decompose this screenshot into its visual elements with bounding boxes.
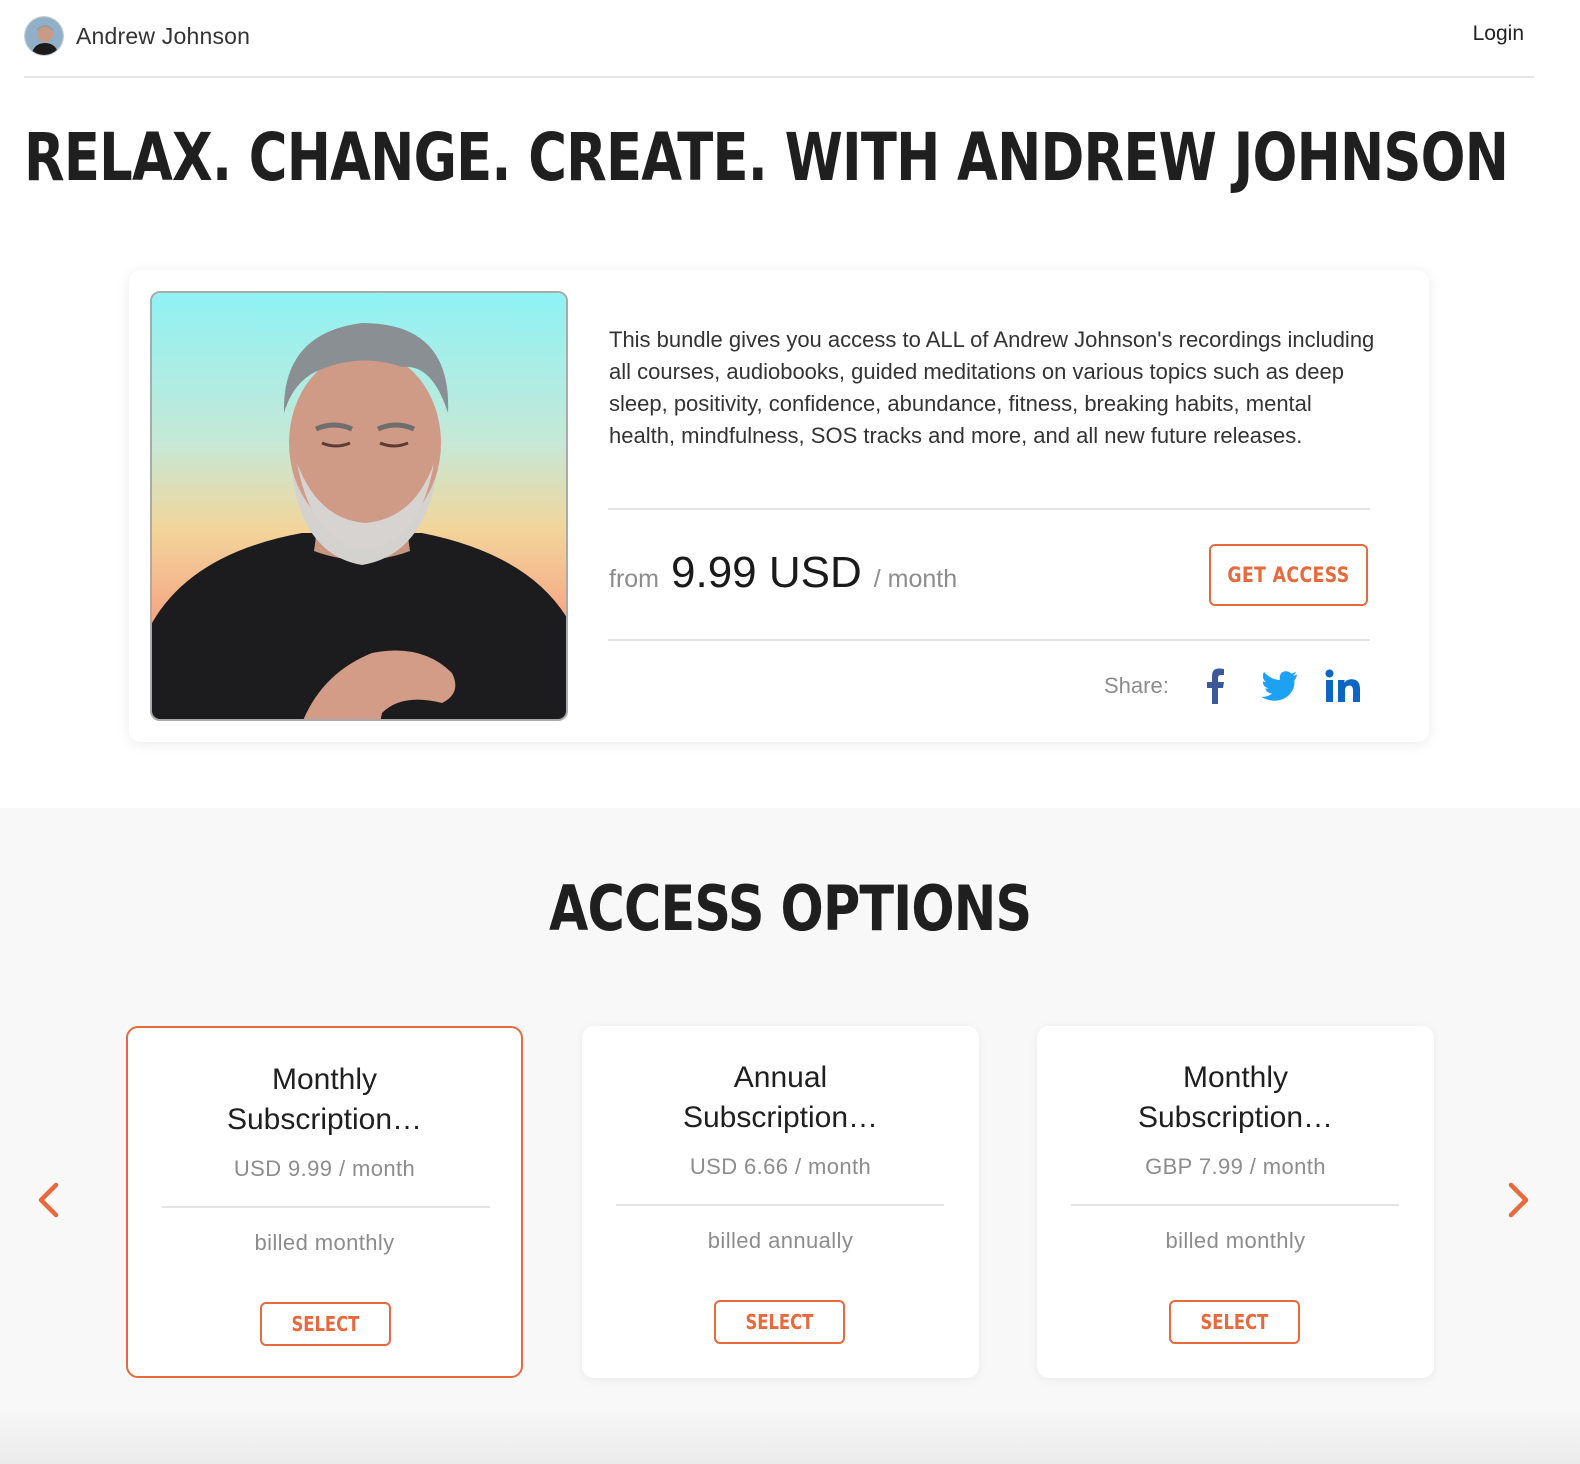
select-button[interactable]: SELECT [714, 1300, 845, 1344]
plan-billing: billed monthly [1165, 1228, 1306, 1253]
product-description: This bundle gives you access to ALL of A… [609, 327, 1375, 448]
get-access-label: GET ACCESS [1227, 563, 1350, 587]
product-image [150, 291, 568, 721]
plan-name-line2: Subscription… [1137, 1101, 1334, 1134]
select-label: SELECT [291, 1312, 360, 1336]
plan-price: GBP 7.99 / month [1145, 1154, 1326, 1179]
plan-card-annual-usd[interactable]: Annual Subscription… USD 6.66 / month bi… [582, 1026, 979, 1378]
brand-name: Andrew Johnson [76, 22, 251, 49]
access-options-title: ACCESS OPTIONS [0, 872, 1580, 945]
price-row: from 9.99 USD / month [609, 548, 957, 598]
divider [162, 1206, 490, 1208]
plan-price: USD 6.66 / month [689, 1154, 872, 1179]
login-link[interactable]: Login [1473, 22, 1524, 46]
select-label: SELECT [745, 1310, 814, 1334]
plan-name-line2: Subscription… [682, 1101, 879, 1134]
avatar [24, 16, 64, 56]
twitter-icon[interactable] [1259, 671, 1299, 701]
plan-name: Monthly Subscription… [128, 1060, 521, 1140]
divider [608, 639, 1370, 641]
divider [608, 508, 1370, 510]
plan-card-monthly-gbp[interactable]: Monthly Subscription… GBP 7.99 / month b… [1037, 1026, 1434, 1378]
access-options-title-text: ACCESS OPTIONS [548, 872, 1032, 945]
brand[interactable]: Andrew Johnson [24, 16, 250, 56]
chevron-left-icon[interactable] [28, 1178, 68, 1222]
bottom-shade [0, 1404, 1580, 1464]
divider [1071, 1204, 1399, 1206]
price-from-label: from [609, 565, 659, 593]
plan-name-line1: Monthly [1182, 1061, 1289, 1094]
plan-billing: billed annually [707, 1228, 854, 1253]
plan-price: USD 9.99 / month [233, 1156, 416, 1181]
divider [616, 1204, 944, 1206]
top-bar: Andrew Johnson Login [24, 0, 1534, 78]
linkedin-icon[interactable] [1323, 669, 1363, 703]
plan-name-line2: Subscription… [226, 1103, 423, 1136]
plan-name-line1: Annual [733, 1061, 828, 1094]
share-label: Share: [1104, 673, 1169, 698]
get-access-button[interactable]: GET ACCESS [1209, 544, 1368, 606]
plan-card-monthly-usd[interactable]: Monthly Subscription… USD 9.99 / month b… [126, 1026, 523, 1378]
plan-name: Monthly Subscription… [1037, 1058, 1434, 1138]
plan-name-line1: Monthly [271, 1063, 378, 1096]
access-options-section: ACCESS OPTIONS Monthly Subscription… USD… [0, 808, 1580, 1464]
plan-billing: billed monthly [254, 1230, 395, 1255]
product-card: This bundle gives you access to ALL of A… [129, 270, 1429, 742]
price-period: / month [873, 565, 958, 593]
page-title: RELAX. CHANGE. CREATE. WITH ANDREW JOHNS… [24, 119, 1509, 196]
share-row: Share: [1104, 666, 1370, 706]
facebook-icon[interactable] [1195, 668, 1235, 704]
plan-name: Annual Subscription… [582, 1058, 979, 1138]
select-button[interactable]: SELECT [1169, 1300, 1300, 1344]
select-label: SELECT [1200, 1310, 1269, 1334]
select-button[interactable]: SELECT [260, 1302, 391, 1346]
price-amount: 9.99 USD [671, 548, 862, 597]
chevron-right-icon[interactable] [1499, 1178, 1539, 1222]
